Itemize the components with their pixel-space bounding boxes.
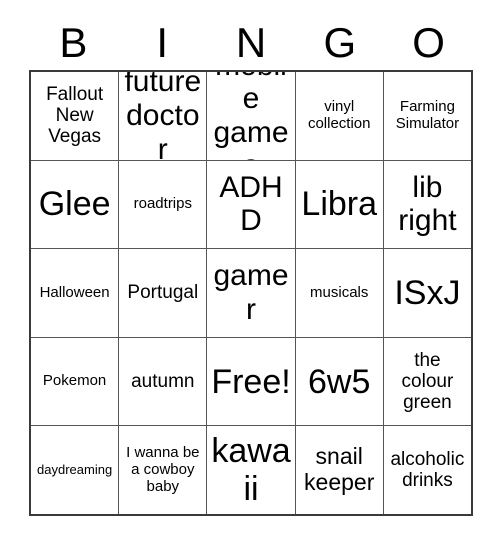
bingo-cell[interactable]: ISxJ [383,249,472,337]
bingo-cell-label: Portugal [127,282,199,304]
bingo-cell[interactable]: Halloween [31,249,120,337]
bingo-row: Fallout New Vegas future doctor mobile g… [31,72,472,161]
bingo-cell-label: Pokemon [42,372,107,390]
bingo-cell-label: the colour green [401,349,454,414]
bingo-row: Halloween Portugal gamer musicals ISxJ [31,249,472,338]
bingo-cell-label: lib right [398,170,457,238]
header-letter-n: N [235,19,267,66]
bingo-cell-label: snail keeper [304,443,375,496]
bingo-cell-label: Farming Simulator [395,98,460,132]
bingo-cell-label: gamer [213,259,289,326]
bingo-cell[interactable]: vinyl collection [295,72,384,160]
bingo-cell-label: Fallout New Vegas [46,83,104,148]
bingo-cell[interactable]: Farming Simulator [383,72,472,160]
bingo-cell-label: roadtrips [133,194,192,212]
bingo-cell-label: autumn [131,370,195,392]
bingo-cell-free[interactable]: Free! [207,337,296,426]
bingo-grid: Fallout New Vegas future doctor mobile g… [29,70,473,516]
bingo-cell[interactable]: mobile games [207,72,296,160]
bingo-cell-label: ADHD [219,170,283,238]
bingo-cell-label: Halloween [39,283,110,301]
bingo-row: Pokemon autumn Free! 6w5 the colour gree… [31,337,472,427]
bingo-cell[interactable]: musicals [295,249,384,337]
header-letter-g: G [323,19,357,66]
bingo-cell[interactable]: Glee [31,160,120,249]
bingo-cell-label: alcoholic drinks [390,448,465,492]
bingo-cell-label: Libra [301,185,378,224]
bingo-cell-label: future doctor [124,72,202,160]
bingo-cell[interactable]: daydreaming [31,426,120,514]
bingo-cell[interactable]: I wanna be a cowboy baby [119,426,208,514]
bingo-cell-label: 6w5 [308,362,371,401]
bingo-row: Glee roadtrips ADHD Libra lib right [31,160,472,250]
bingo-cell[interactable]: alcoholic drinks [383,426,472,514]
bingo-cell[interactable]: Fallout New Vegas [31,72,120,160]
bingo-cell[interactable]: autumn [119,337,208,426]
bingo-cell[interactable]: gamer [207,249,296,337]
bingo-cell[interactable]: Portugal [119,249,208,337]
header-letter-b: B [59,19,88,66]
bingo-cell-label: musicals [310,283,369,301]
bingo-cell[interactable]: lib right [383,160,472,249]
bingo-cell-label: kawaii [211,432,291,509]
bingo-cell[interactable]: kawaii [207,426,296,514]
bingo-cell-label: daydreaming [37,461,113,477]
bingo-cell-label: Glee [38,185,111,224]
bingo-cell[interactable]: ADHD [207,160,296,249]
bingo-cell[interactable]: roadtrips [119,160,208,249]
bingo-cell[interactable]: future doctor [119,72,208,160]
bingo-cell-label: vinyl collection [307,98,371,132]
bingo-cell[interactable]: Pokemon [31,337,120,426]
bingo-cell-label: Free! [211,362,291,401]
bingo-header-row: B I N G O [29,18,473,68]
bingo-cell-label: I wanna be a cowboy baby [126,443,200,495]
bingo-cell-label: mobile games [213,72,289,160]
bingo-row: daydreaming I wanna be a cowboy baby kaw… [31,426,472,514]
bingo-cell-label: ISxJ [394,273,461,312]
header-letter-i: I [156,19,169,66]
header-letter-o: O [412,19,445,66]
bingo-cell[interactable]: the colour green [383,337,472,426]
bingo-cell[interactable]: Libra [295,160,384,249]
bingo-card: B I N G O Fallout New Vegas future docto… [0,0,500,544]
bingo-cell[interactable]: snail keeper [295,426,384,514]
bingo-cell[interactable]: 6w5 [295,337,384,426]
